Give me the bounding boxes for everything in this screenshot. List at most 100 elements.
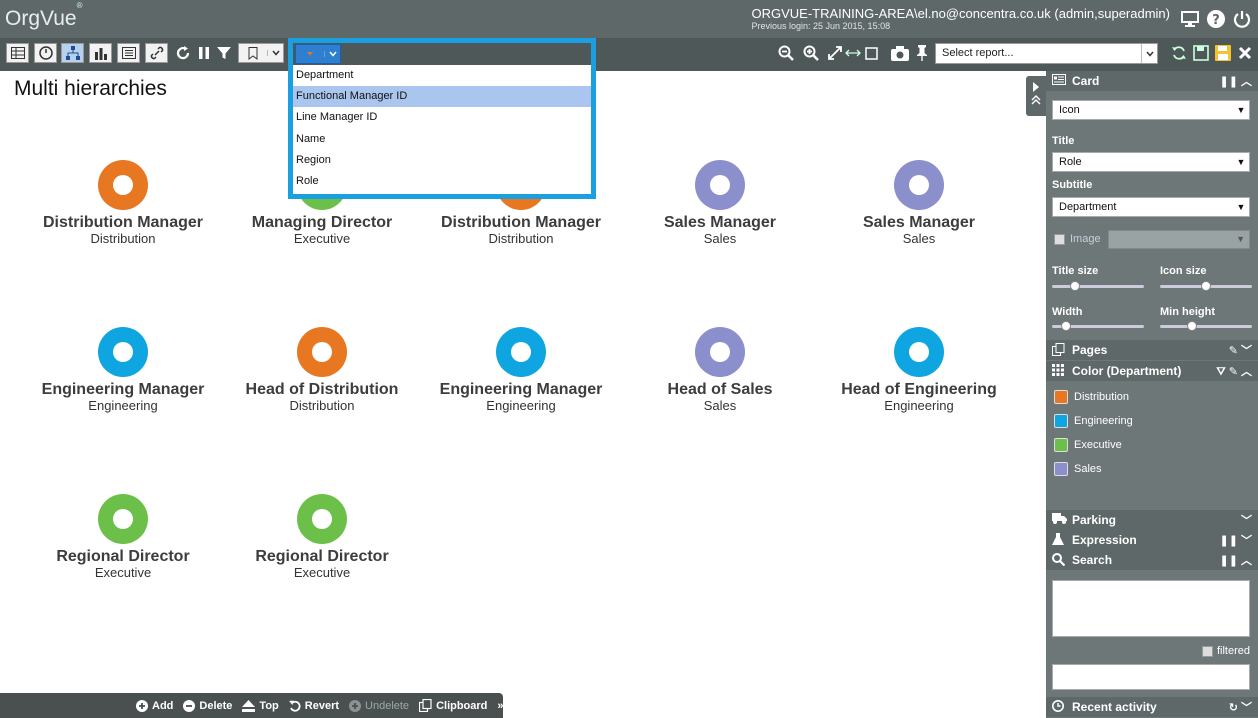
- color-panel-header[interactable]: Color (Department) ⛛ ✎ ︿: [1046, 361, 1258, 381]
- dropdown-option[interactable]: Region: [293, 150, 591, 171]
- expression-panel-title: Expression: [1072, 533, 1137, 547]
- chevron-down-icon[interactable]: ﹀: [1241, 702, 1252, 714]
- chart-view-button[interactable]: [89, 43, 112, 63]
- revert-button[interactable]: Revert: [288, 700, 339, 712]
- org-card[interactable]: Engineering Manager Engineering: [431, 327, 611, 413]
- org-card[interactable]: Head of Engineering Engineering: [829, 327, 1009, 413]
- pages-panel-header[interactable]: Pages ✎ ﹀: [1046, 340, 1258, 360]
- search-panel-header[interactable]: Search ❚❚ ︿: [1046, 550, 1258, 570]
- title-size-slider[interactable]: [1052, 281, 1144, 291]
- recent-activity-panel-header[interactable]: Recent activity ↻ ﹀: [1046, 697, 1258, 717]
- sync-icon[interactable]: [1170, 44, 1188, 62]
- add-button[interactable]: Add: [136, 699, 173, 712]
- filter-icon[interactable]: [215, 44, 233, 62]
- org-card[interactable]: Head of Sales Sales: [630, 327, 810, 413]
- dropdown-option[interactable]: Role: [293, 171, 591, 192]
- parking-panel-header[interactable]: Parking ﹀: [1046, 510, 1258, 530]
- power-icon[interactable]: [1232, 9, 1252, 29]
- list-view-button[interactable]: [117, 43, 140, 63]
- filter-icon[interactable]: ⛛: [1216, 366, 1225, 378]
- chevron-up-icon[interactable]: ︿: [1241, 366, 1252, 378]
- org-card[interactable]: Sales Manager Sales: [630, 160, 810, 246]
- subtitle-select[interactable]: Department ▼: [1052, 197, 1250, 217]
- pin-icon[interactable]: [913, 44, 931, 62]
- slider-knob[interactable]: [1070, 281, 1080, 291]
- bookmark-dropdown[interactable]: [238, 43, 284, 63]
- pause-icon[interactable]: ❚❚: [1220, 555, 1238, 567]
- zoom-in-icon[interactable]: [802, 44, 820, 62]
- legend-item[interactable]: Sales: [1054, 462, 1102, 476]
- title-size-label: Title size: [1052, 265, 1099, 277]
- card-panel-header[interactable]: Card ❚❚ ︿: [1046, 71, 1258, 91]
- chevron-up-icon[interactable]: ︿: [1241, 76, 1252, 88]
- panel-controls: ❚❚ ︿: [1220, 73, 1253, 89]
- legend-item[interactable]: Executive: [1054, 438, 1122, 452]
- more-button[interactable]: »: [497, 700, 503, 712]
- dropdown-header: [293, 43, 591, 65]
- icon-size-slider[interactable]: [1160, 281, 1252, 291]
- dropdown-option[interactable]: Name: [293, 129, 591, 150]
- legend-label: Engineering: [1074, 415, 1133, 427]
- dropdown-option[interactable]: Functional Manager ID: [293, 86, 591, 108]
- card-title: Head of Sales: [667, 381, 773, 398]
- fit-width-icon[interactable]: [844, 44, 862, 62]
- delete-button[interactable]: Delete: [183, 699, 232, 712]
- clipboard-button[interactable]: Clipboard: [419, 699, 487, 712]
- title-select[interactable]: Role ▼: [1052, 152, 1250, 172]
- org-card[interactable]: Head of Distribution Distribution: [232, 327, 412, 413]
- app-logo[interactable]: OrgVue®: [5, 1, 83, 31]
- image-checkbox[interactable]: [1054, 233, 1065, 245]
- save-icon[interactable]: [1214, 44, 1232, 62]
- expression-panel-header[interactable]: Expression ❚❚ ﹀: [1046, 530, 1258, 550]
- help-icon[interactable]: ?: [1206, 9, 1226, 29]
- fit-page-icon[interactable]: [862, 44, 880, 62]
- sidebar-toggle[interactable]: [1026, 76, 1046, 116]
- expand-icon[interactable]: [826, 44, 844, 62]
- slider-knob[interactable]: [1187, 321, 1198, 331]
- filtered-checkbox[interactable]: [1201, 645, 1213, 657]
- table-view-button[interactable]: [6, 43, 29, 63]
- chevron-down-icon[interactable]: ﹀: [1241, 345, 1252, 357]
- refresh-icon[interactable]: [174, 44, 192, 62]
- pause-icon[interactable]: [195, 44, 213, 62]
- truck-icon: [1052, 513, 1067, 527]
- pencil-icon[interactable]: ✎: [1229, 366, 1238, 378]
- pencil-icon[interactable]: ✎: [1229, 345, 1238, 357]
- zoom-out-icon[interactable]: [777, 44, 795, 62]
- monitor-icon[interactable]: [1180, 9, 1200, 29]
- width-slider[interactable]: [1052, 321, 1144, 331]
- pause-icon[interactable]: ❚❚: [1220, 535, 1238, 547]
- search-textarea[interactable]: [1052, 580, 1250, 637]
- link-view-button[interactable]: [145, 43, 168, 63]
- org-card[interactable]: Engineering Manager Engineering: [33, 327, 213, 413]
- color-by-button[interactable]: [295, 44, 341, 64]
- org-card[interactable]: Sales Manager Sales: [829, 160, 1009, 246]
- image-select[interactable]: ▼: [1108, 230, 1250, 249]
- properties-sidebar: Card ❚❚ ︿ Icon ▼ Title Role ▼ Subtitle Dep…: [1046, 71, 1258, 718]
- dropdown-option[interactable]: Department: [293, 65, 591, 86]
- save-as-icon[interactable]: [1192, 44, 1210, 62]
- legend-item[interactable]: Distribution: [1054, 390, 1129, 404]
- slider-knob[interactable]: [1060, 321, 1071, 331]
- min-height-slider[interactable]: [1160, 321, 1252, 331]
- pause-icon[interactable]: ❚❚: [1220, 76, 1238, 88]
- search-results-box[interactable]: [1052, 664, 1250, 690]
- slider-knob[interactable]: [1201, 281, 1211, 291]
- tree-view-button[interactable]: [61, 43, 84, 63]
- card-type-select[interactable]: Icon ▼: [1052, 100, 1250, 120]
- org-card[interactable]: Distribution Manager Distribution: [33, 160, 213, 246]
- report-select[interactable]: Select report...: [935, 43, 1158, 64]
- legend-item[interactable]: Engineering: [1054, 414, 1133, 428]
- undelete-button[interactable]: Undelete: [349, 699, 409, 712]
- close-icon[interactable]: [1236, 44, 1254, 62]
- dropdown-option[interactable]: Line Manager ID: [293, 107, 591, 128]
- top-button[interactable]: Top: [242, 699, 279, 712]
- org-card[interactable]: Regional Director Executive: [33, 494, 213, 580]
- chevron-down-icon[interactable]: ﹀: [1241, 512, 1252, 528]
- camera-icon[interactable]: [891, 44, 909, 62]
- org-card[interactable]: Regional Director Executive: [232, 494, 412, 580]
- refresh-icon[interactable]: ↻: [1229, 702, 1238, 714]
- dashboard-view-button[interactable]: [34, 43, 57, 63]
- chevron-down-icon[interactable]: ﹀: [1241, 535, 1252, 547]
- chevron-up-icon[interactable]: ︿: [1241, 555, 1252, 567]
